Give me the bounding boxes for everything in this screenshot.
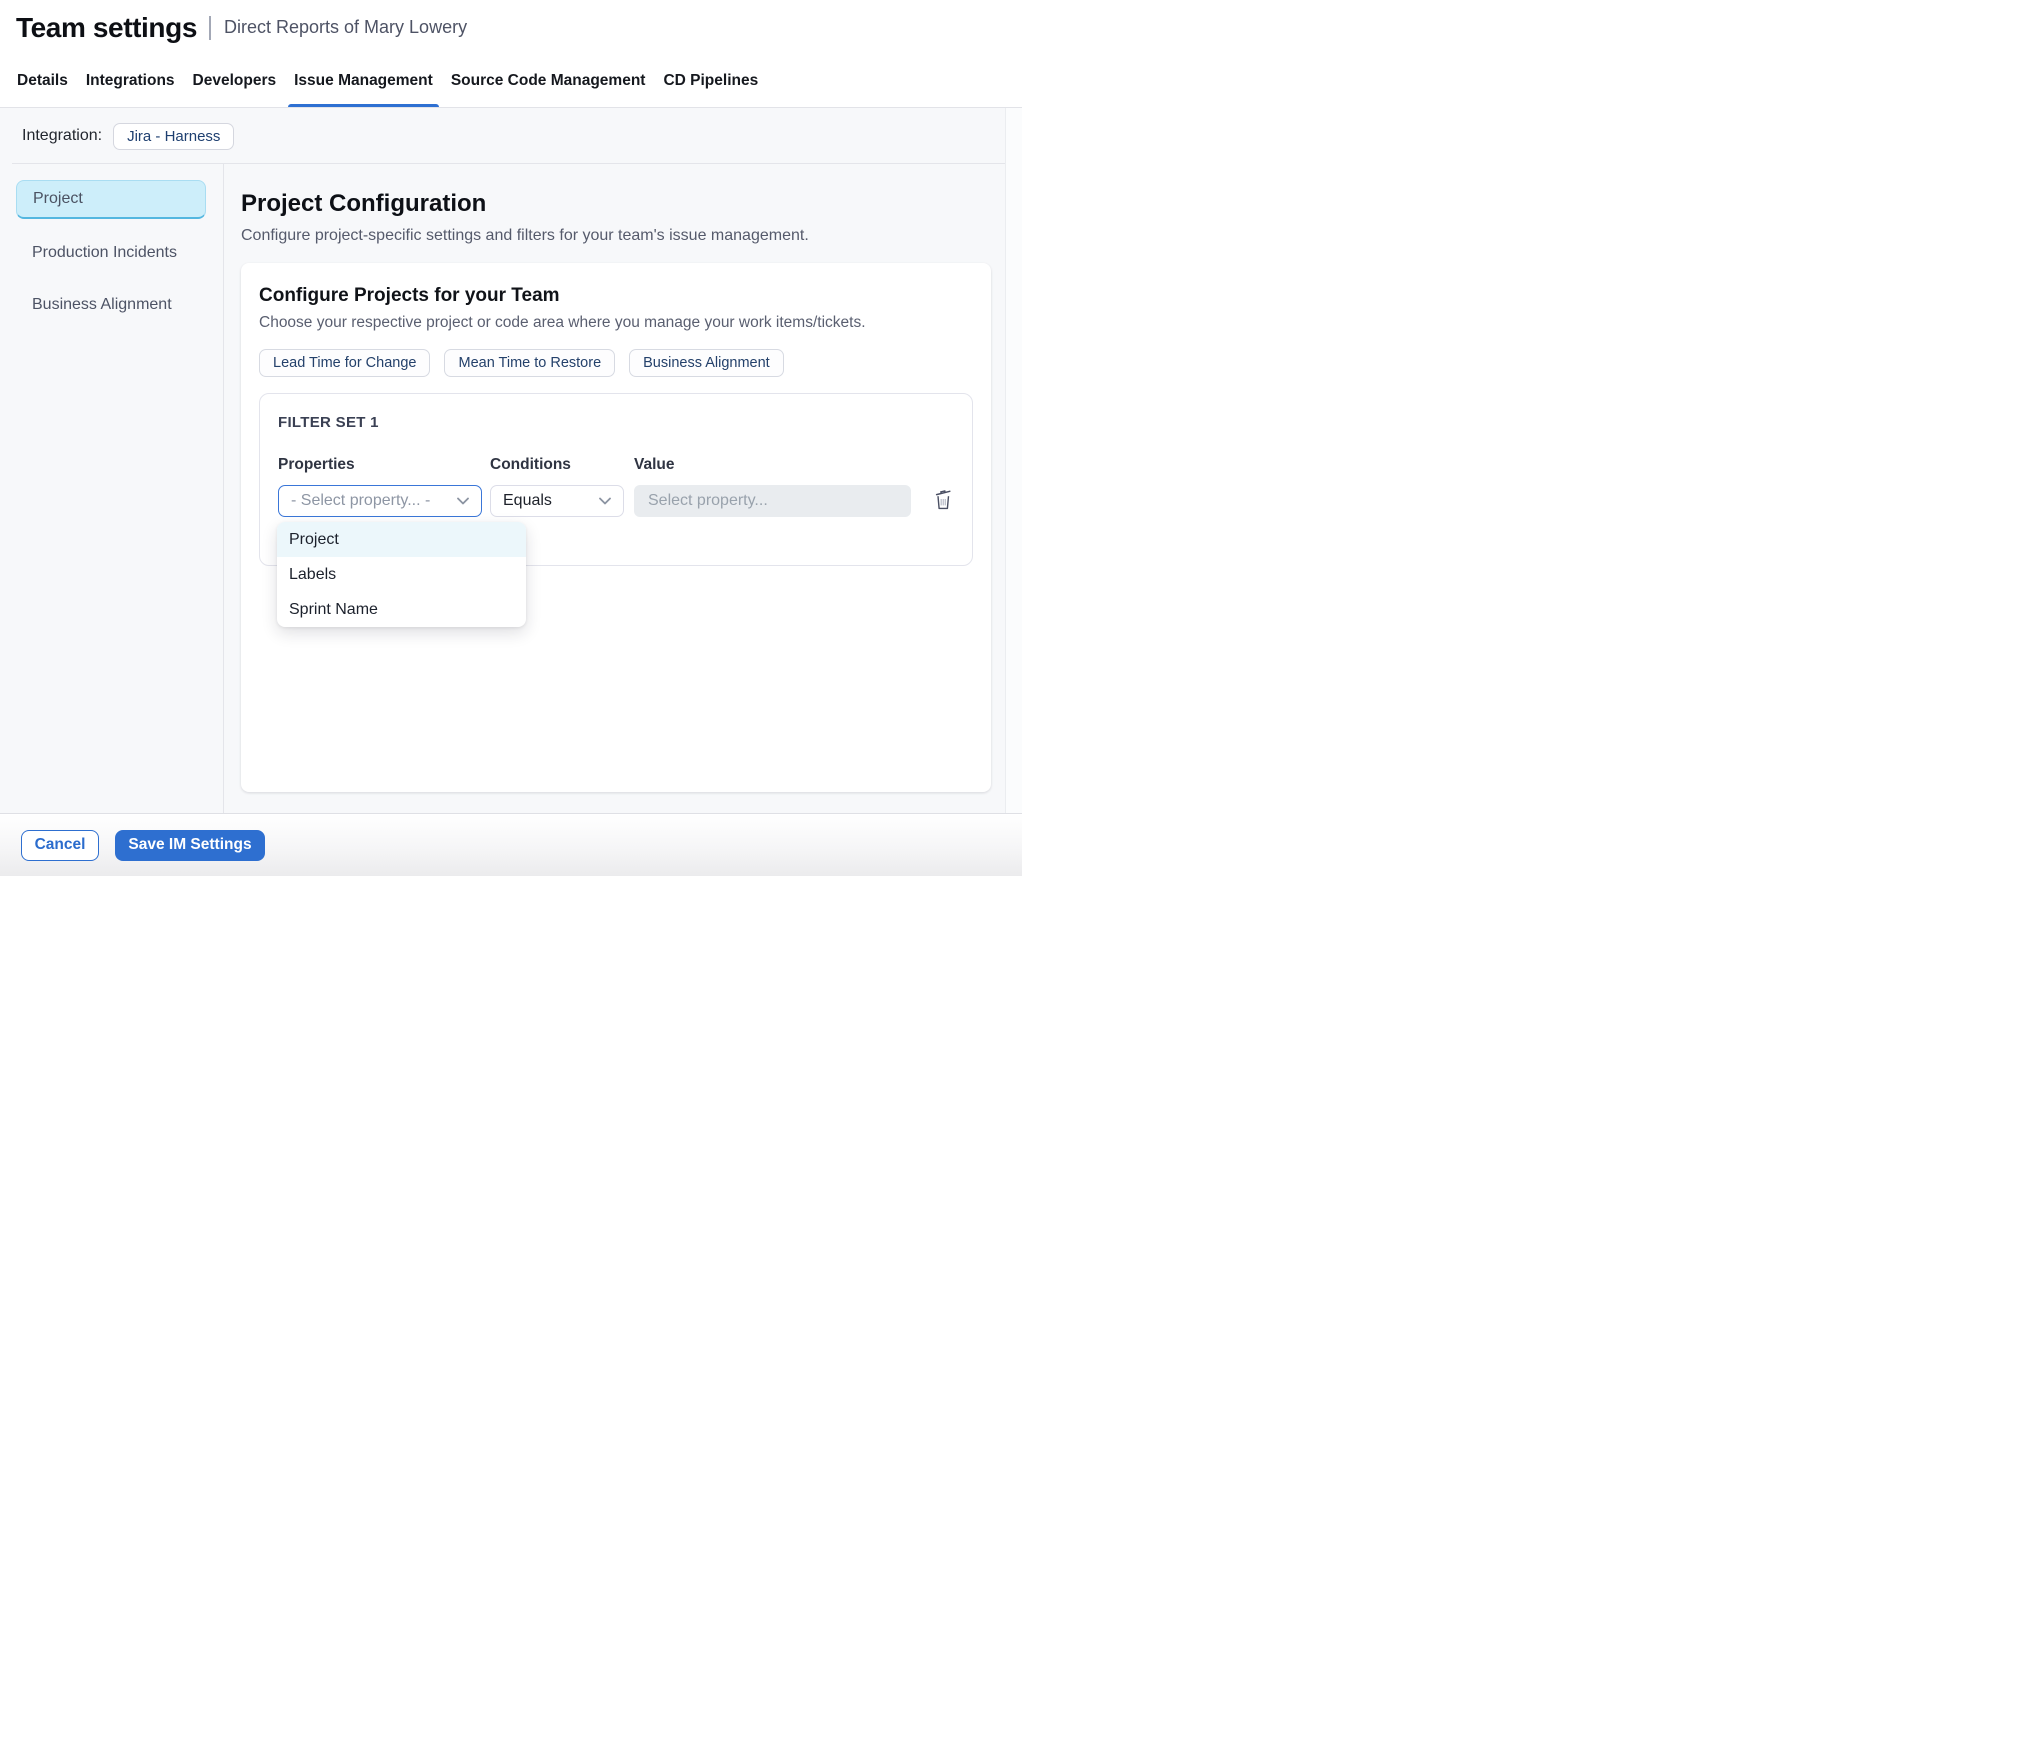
- properties-column-label: Properties: [278, 456, 355, 473]
- sidebar: Project Production Incidents Business Alig…: [0, 164, 224, 813]
- chip-mean-time-to-restore[interactable]: Mean Time to Restore: [444, 349, 616, 377]
- tab-issue-management[interactable]: Issue Management: [288, 55, 439, 107]
- save-im-settings-button[interactable]: Save IM Settings: [115, 829, 265, 861]
- chevron-down-icon: [599, 492, 611, 510]
- settings-body: Project Production Incidents Business Alig…: [0, 164, 1005, 813]
- chip-lead-time-for-change[interactable]: Lead Time for Change: [259, 349, 431, 377]
- cancel-button[interactable]: Cancel: [21, 829, 99, 861]
- page-subtitle: Direct Reports of Mary Lowery: [224, 17, 468, 37]
- configure-projects-card: Configure Projects for your Team Choose …: [241, 263, 991, 792]
- chevron-down-icon: [457, 492, 469, 510]
- dropdown-option-sprint-name[interactable]: Sprint Name: [277, 592, 526, 627]
- metric-chips: Lead Time for Change Mean Time to Restore…: [259, 349, 973, 377]
- card-subtitle: Choose your respective project or code a…: [259, 314, 866, 331]
- trash-icon: [933, 488, 954, 514]
- sidebar-item-project[interactable]: Project: [16, 180, 206, 219]
- property-select-placeholder: - Select property... -: [291, 492, 431, 509]
- tab-source-code-management[interactable]: Source Code Management: [445, 55, 652, 107]
- page-title: Team settings: [16, 11, 197, 43]
- value-column-label: Value: [634, 456, 675, 473]
- tab-bar: Details Integrations Developers Issue Manag…: [0, 55, 1022, 108]
- title-separator: [209, 15, 211, 40]
- property-select[interactable]: - Select property... -: [278, 485, 482, 517]
- value-input[interactable]: [634, 485, 911, 517]
- filter-column-labels: Properties Conditions Value: [278, 456, 954, 474]
- delete-filter-button[interactable]: [933, 488, 954, 514]
- dropdown-option-project[interactable]: Project: [277, 522, 526, 557]
- filter-set-1: FILTER SET 1 Properties Conditions Value…: [259, 393, 973, 627]
- main-panel: Project Configuration Configure project-…: [224, 164, 1007, 813]
- property-dropdown: Project Labels Sprint Name: [277, 522, 526, 627]
- condition-select-value: Equals: [503, 492, 552, 509]
- card-title: Configure Projects for your Team: [259, 285, 560, 306]
- section-title: Project Configuration: [241, 190, 487, 217]
- integration-chip[interactable]: Jira - Harness: [113, 122, 235, 150]
- sidebar-item-business-alignment[interactable]: Business Alignment: [16, 287, 206, 323]
- integration-label: Integration:: [22, 127, 103, 144]
- footer-bar: Cancel Save IM Settings: [0, 813, 1022, 876]
- filter-set-title: FILTER SET 1: [278, 414, 379, 431]
- tab-integrations[interactable]: Integrations: [80, 55, 181, 107]
- integration-row: Integration: Jira - Harness: [0, 108, 1005, 164]
- filter-row: - Select property... - Equals: [278, 485, 954, 517]
- tab-cd-pipelines[interactable]: CD Pipelines: [657, 55, 764, 107]
- page-header: Team settings Direct Reports of Mary Low…: [0, 0, 1022, 55]
- conditions-column-label: Conditions: [490, 456, 571, 473]
- tab-developers[interactable]: Developers: [187, 55, 283, 107]
- tab-details[interactable]: Details: [11, 55, 74, 107]
- condition-select[interactable]: Equals: [490, 485, 624, 517]
- sidebar-item-production-incidents[interactable]: Production Incidents: [16, 235, 206, 271]
- chip-business-alignment[interactable]: Business Alignment: [629, 349, 784, 377]
- section-description: Configure project-specific settings and …: [241, 227, 809, 244]
- content-area: Integration: Jira - Harness Project Produ…: [0, 108, 1022, 813]
- dropdown-option-labels[interactable]: Labels: [277, 557, 526, 592]
- scrollbar-gutter[interactable]: [1005, 108, 1022, 813]
